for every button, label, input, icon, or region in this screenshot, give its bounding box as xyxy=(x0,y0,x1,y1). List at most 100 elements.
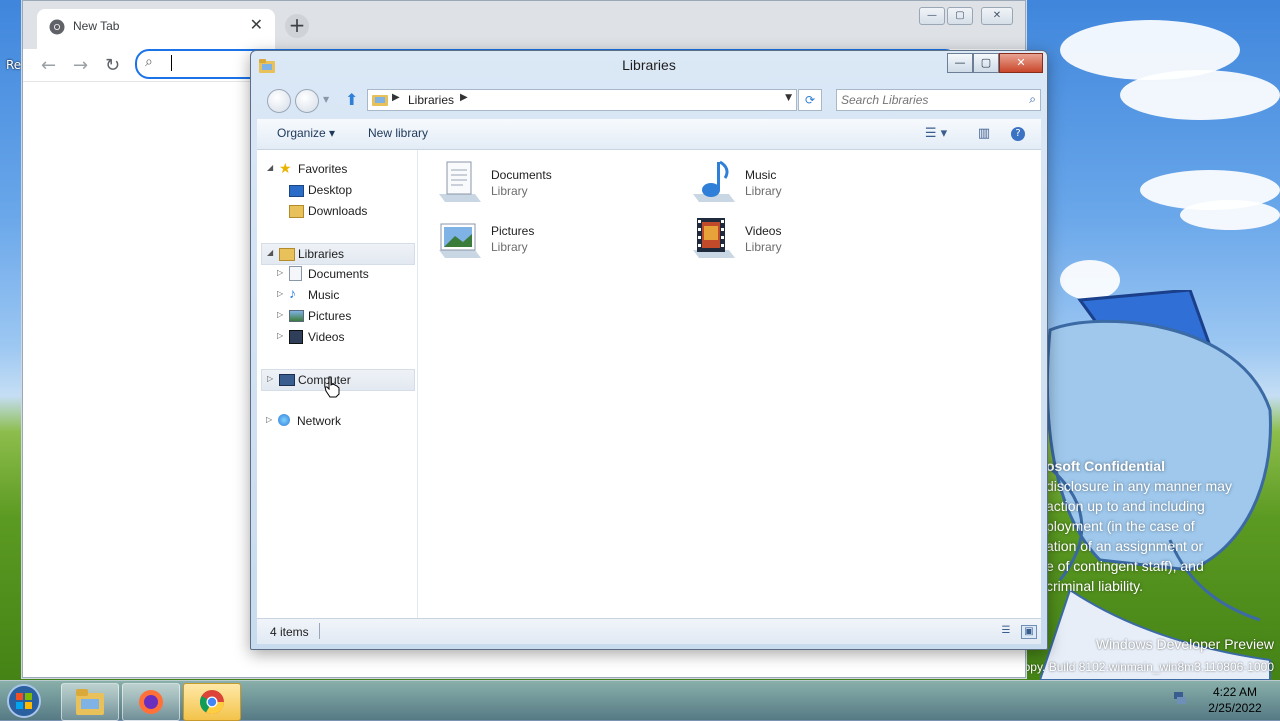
collapsed-triangle-icon[interactable]: ▷ xyxy=(277,289,283,298)
item-count: 4 items xyxy=(270,625,309,639)
up-arrow-icon[interactable]: ⬆ xyxy=(345,90,358,109)
downloads-folder-icon xyxy=(289,205,304,218)
address-dropdown-icon[interactable]: ▼ xyxy=(785,93,792,103)
documents-library-icon xyxy=(439,161,481,202)
nav-label: Downloads xyxy=(308,204,368,218)
close-button[interactable]: ✕ xyxy=(999,53,1043,73)
back-arrow-icon[interactable]: ← xyxy=(41,55,56,76)
preview-pane-icon[interactable]: ▥ xyxy=(975,125,993,143)
breadcrumb-libraries[interactable]: Libraries xyxy=(408,93,454,107)
nav-label: Desktop xyxy=(308,183,353,197)
forward-button[interactable] xyxy=(295,89,319,113)
help-icon[interactable]: ? xyxy=(1011,127,1025,141)
firefox-icon xyxy=(139,690,163,714)
desktop-icon xyxy=(289,185,304,197)
collapsed-triangle-icon[interactable]: ▷ xyxy=(277,331,283,340)
chrome-maximize-button[interactable]: ▢ xyxy=(947,7,973,25)
nav-label: Favorites xyxy=(298,162,348,176)
expanded-triangle-icon[interactable]: ◢ xyxy=(267,163,273,172)
back-button[interactable] xyxy=(267,89,291,113)
new-library-button[interactable]: New library xyxy=(368,126,428,140)
network-globe-icon xyxy=(278,414,290,426)
text-caret xyxy=(171,55,172,71)
search-box[interactable]: ⌕ xyxy=(836,89,1041,111)
nav-documents[interactable]: ▷ Documents xyxy=(261,264,413,284)
taskbar-firefox-button[interactable] xyxy=(122,683,180,721)
nav-label: Libraries xyxy=(298,247,345,261)
expanded-triangle-icon[interactable]: ◢ xyxy=(267,248,273,257)
status-bar: 4 items ☰ ▣ xyxy=(257,618,1041,644)
music-library-icon xyxy=(693,160,735,202)
maximize-button[interactable]: ▢ xyxy=(973,53,999,73)
recent-pages-chevron-icon[interactable]: ▼ xyxy=(323,95,329,104)
computer-icon xyxy=(279,374,295,386)
nav-libraries[interactable]: ◢ Libraries xyxy=(261,243,415,265)
confidential-title: osoft Confidential xyxy=(1046,458,1165,474)
pictures-library-icon xyxy=(439,223,481,258)
search-input[interactable] xyxy=(841,92,1011,108)
library-name: Videos xyxy=(745,224,782,238)
network-tray-icon[interactable] xyxy=(1172,690,1188,706)
nav-videos[interactable]: ▷ Videos xyxy=(261,327,413,347)
star-icon: ★ xyxy=(279,160,292,176)
nav-label: Music xyxy=(308,288,340,302)
nav-network[interactable]: ▷ Network xyxy=(261,411,413,431)
start-orb-icon[interactable] xyxy=(4,683,44,719)
explorer-title-bar[interactable]: Libraries — ▢ ✕ xyxy=(251,51,1047,81)
nav-music[interactable]: ▷ ♪ Music xyxy=(261,285,413,305)
close-tab-icon[interactable]: ✕ xyxy=(250,15,263,34)
details-view-icon[interactable]: ☰ xyxy=(999,625,1013,637)
chrome-tab-strip: New Tab ✕ + — ▢ ✕ xyxy=(23,1,1025,49)
collapsed-triangle-icon[interactable]: ▷ xyxy=(277,310,283,319)
folder-icon xyxy=(76,689,104,715)
confidential-line: criminal liability. xyxy=(1046,578,1143,594)
library-item-pictures[interactable]: Pictures Library xyxy=(435,214,675,262)
search-icon[interactable]: ⌕ xyxy=(1029,92,1036,107)
reload-icon[interactable]: ↻ xyxy=(105,55,120,76)
breadcrumb-chevron-icon[interactable]: ▶ xyxy=(392,92,400,103)
forward-arrow-icon[interactable]: → xyxy=(73,55,88,76)
refresh-button[interactable]: ⟳ xyxy=(798,89,822,111)
new-tab-button[interactable]: + xyxy=(285,14,309,38)
chrome-close-button[interactable]: ✕ xyxy=(981,7,1013,25)
collapsed-triangle-icon[interactable]: ▷ xyxy=(267,374,273,383)
pictures-icon xyxy=(289,310,304,322)
breadcrumb-chevron-icon[interactable]: ▶ xyxy=(460,92,468,103)
confidential-line: disclosure in any manner may xyxy=(1046,478,1232,494)
confidential-line: ployment (in the case of xyxy=(1046,518,1195,534)
library-item-documents[interactable]: Documents Library xyxy=(435,158,675,206)
system-clock[interactable]: 4:22 AM 2/25/2022 xyxy=(1196,684,1274,716)
library-item-music[interactable]: Music Library xyxy=(689,158,929,206)
explorer-body: ◢ ★ Favorites Desktop Downloads ◢ Librar… xyxy=(257,150,1041,618)
address-box[interactable]: ▶ Libraries ▶ ▼ xyxy=(367,89,797,111)
nav-pictures[interactable]: ▷ Pictures xyxy=(261,306,413,326)
large-icons-view-icon[interactable]: ▣ xyxy=(1021,625,1037,639)
clock-time: 4:22 AM xyxy=(1212,685,1258,699)
collapsed-triangle-icon[interactable]: ▷ xyxy=(277,268,283,277)
nav-label: Documents xyxy=(308,267,369,281)
libraries-icon xyxy=(372,95,388,106)
collapsed-triangle-icon[interactable]: ▷ xyxy=(266,415,272,424)
watermark-line: Windows Developer Preview xyxy=(1095,636,1274,652)
minimize-button[interactable]: — xyxy=(947,53,973,73)
nav-downloads[interactable]: Downloads xyxy=(261,201,413,221)
libraries-content-pane: Documents Library Music Library Pictures… xyxy=(423,150,1041,618)
desktop-icon-label: Re xyxy=(6,58,22,72)
library-name: Pictures xyxy=(491,224,535,238)
hand-cursor-icon xyxy=(324,376,340,398)
tab-title: New Tab xyxy=(73,19,120,33)
taskbar-chrome-button[interactable] xyxy=(183,683,241,721)
nav-favorites[interactable]: ◢ ★ Favorites xyxy=(261,159,413,179)
confidential-line: ation of an assignment or xyxy=(1046,538,1204,554)
videos-library-icon xyxy=(693,218,735,258)
music-note-icon: ♪ xyxy=(289,285,296,301)
organize-button[interactable]: Organize ▾ xyxy=(277,126,335,140)
view-options-icon[interactable]: ☰ ▾ xyxy=(919,125,953,143)
address-bar-row: ▼ ⬆ ▶ Libraries ▶ ▼ ⟳ ⌕ xyxy=(251,85,1047,115)
nav-desktop[interactable]: Desktop xyxy=(261,180,413,200)
library-type: Library xyxy=(745,240,782,254)
taskbar-explorer-button[interactable] xyxy=(61,683,119,721)
chrome-tab-new-tab[interactable]: New Tab ✕ xyxy=(37,9,275,49)
chrome-minimize-button[interactable]: — xyxy=(919,7,945,25)
library-item-videos[interactable]: Videos Library xyxy=(689,214,929,262)
